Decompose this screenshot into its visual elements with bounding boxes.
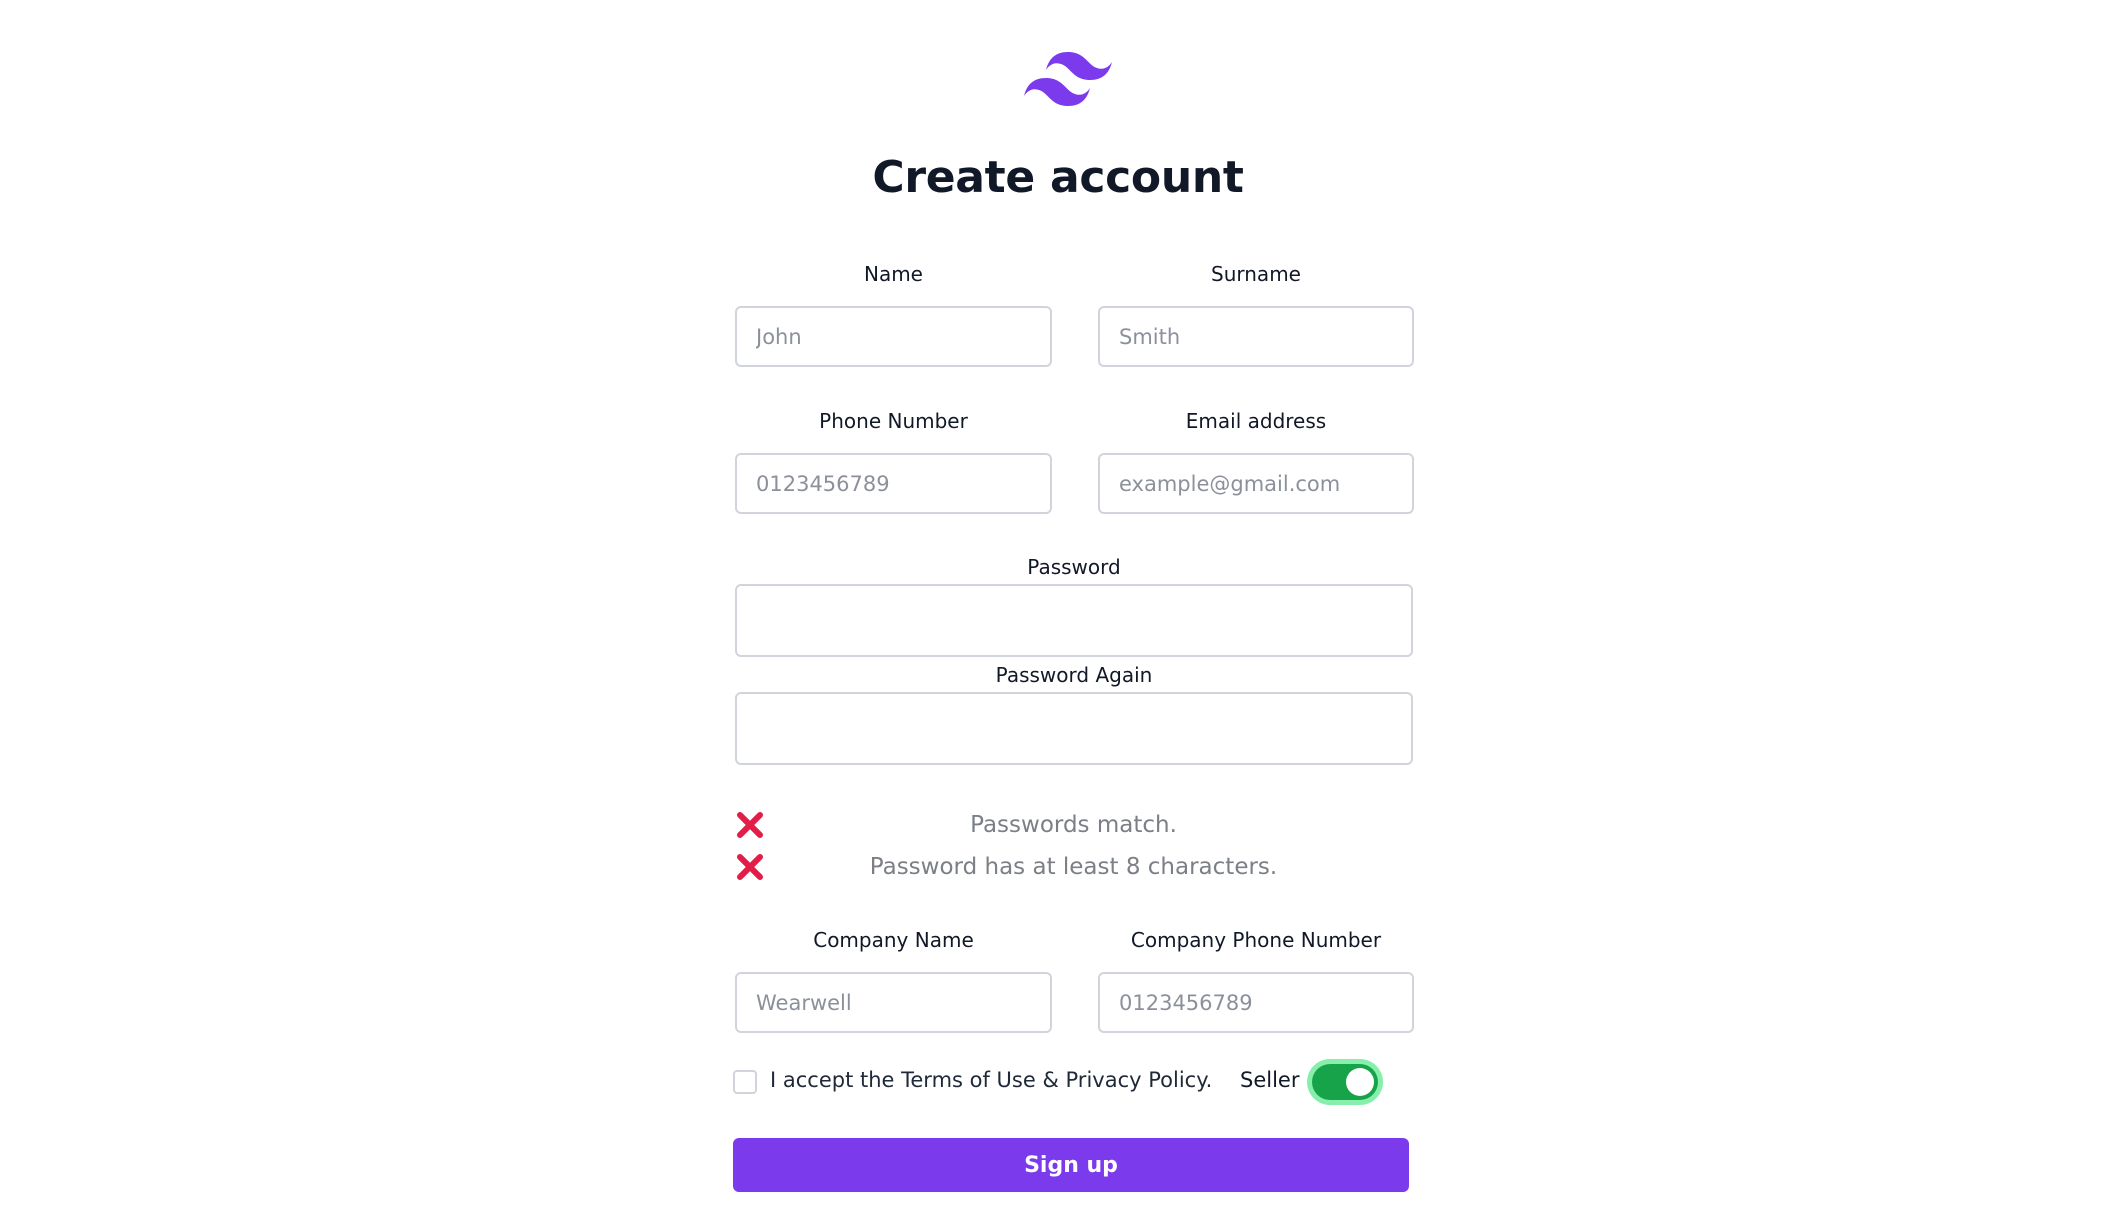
password-again-input[interactable] — [735, 692, 1413, 765]
seller-toggle[interactable] — [1307, 1059, 1383, 1105]
signup-button[interactable]: Sign up — [733, 1138, 1409, 1192]
page-title: Create account — [872, 152, 1244, 203]
surname-input[interactable] — [1098, 306, 1414, 367]
email-label: Email address — [1185, 409, 1327, 433]
signup-page: Create account Name Surname Phone Number… — [0, 0, 2116, 1207]
password-input[interactable] — [735, 584, 1413, 657]
company-name-input[interactable] — [735, 972, 1052, 1033]
seller-label: Seller — [1240, 1068, 1300, 1092]
surname-label: Surname — [1211, 262, 1301, 286]
phone-label: Phone Number — [819, 409, 968, 433]
name-input[interactable] — [735, 306, 1052, 367]
email-input[interactable] — [1098, 453, 1414, 514]
terms-checkbox[interactable] — [733, 1070, 757, 1094]
toggle-knob — [1346, 1068, 1374, 1096]
terms-label: I accept the Terms of Use & Privacy Poli… — [770, 1068, 1213, 1092]
tailwind-logo-icon — [1024, 52, 1112, 106]
phone-input[interactable] — [735, 453, 1052, 514]
password-again-label: Password Again — [995, 663, 1153, 687]
password-label: Password — [1027, 555, 1121, 579]
company-name-label: Company Name — [813, 928, 974, 952]
check-text: Password has at least 8 characters. — [869, 854, 1278, 880]
company-phone-input[interactable] — [1098, 972, 1414, 1033]
name-label: Name — [863, 262, 923, 286]
toggle-track — [1312, 1064, 1378, 1100]
check-password-length: Password has at least 8 characters. — [735, 847, 1412, 887]
company-phone-label: Company Phone Number — [1130, 928, 1382, 952]
check-text: Passwords match. — [970, 812, 1177, 838]
check-passwords-match: Passwords match. — [735, 805, 1412, 845]
